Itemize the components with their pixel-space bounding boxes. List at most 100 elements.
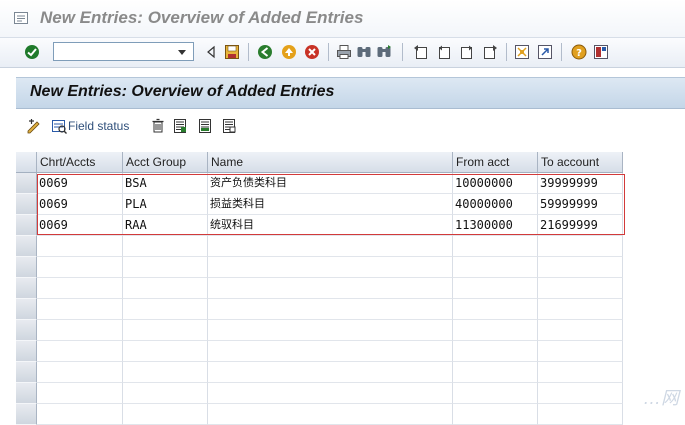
row-selector[interactable] bbox=[16, 320, 37, 341]
empty-cell[interactable] bbox=[37, 236, 123, 257]
layout-icon[interactable] bbox=[593, 44, 609, 60]
empty-cell[interactable] bbox=[538, 383, 623, 404]
row-selector[interactable] bbox=[16, 278, 37, 299]
column-header-account-group[interactable]: Acct Group bbox=[123, 152, 208, 172]
empty-cell[interactable] bbox=[123, 341, 208, 362]
select-block-icon[interactable] bbox=[197, 118, 213, 134]
empty-cell[interactable] bbox=[123, 257, 208, 278]
row-selector[interactable] bbox=[16, 404, 37, 425]
empty-cell[interactable] bbox=[37, 383, 123, 404]
cell-to-account[interactable]: 59999999 bbox=[538, 194, 623, 215]
empty-cell[interactable] bbox=[37, 299, 123, 320]
new-session-icon[interactable] bbox=[514, 44, 530, 60]
column-header-from-account[interactable]: From acct bbox=[453, 152, 538, 172]
cancel-icon[interactable] bbox=[304, 44, 320, 60]
cell-from-account[interactable]: 40000000 bbox=[453, 194, 538, 215]
deselect-all-icon[interactable] bbox=[221, 118, 237, 134]
empty-cell[interactable] bbox=[453, 299, 538, 320]
row-selector[interactable] bbox=[16, 341, 37, 362]
cell-account-group[interactable]: BSA bbox=[123, 173, 208, 194]
find-icon[interactable] bbox=[356, 44, 372, 60]
cell-name[interactable]: 损益类科目 bbox=[208, 194, 453, 215]
next-page-icon[interactable] bbox=[459, 44, 475, 60]
empty-cell[interactable] bbox=[208, 299, 453, 320]
column-header-to-account[interactable]: To account bbox=[538, 152, 623, 172]
field-status-icon[interactable] bbox=[51, 118, 67, 134]
empty-cell[interactable] bbox=[208, 404, 453, 425]
empty-cell[interactable] bbox=[208, 341, 453, 362]
empty-cell[interactable] bbox=[208, 383, 453, 404]
empty-cell[interactable] bbox=[123, 362, 208, 383]
empty-cell[interactable] bbox=[37, 320, 123, 341]
row-selector[interactable] bbox=[16, 383, 37, 404]
cell-name[interactable]: 统驭科目 bbox=[208, 215, 453, 236]
window-menu-icon[interactable] bbox=[14, 12, 28, 24]
command-field-dropdown-icon[interactable] bbox=[178, 50, 186, 55]
back-icon[interactable] bbox=[257, 44, 273, 60]
display-change-icon[interactable] bbox=[26, 118, 42, 134]
empty-cell[interactable] bbox=[123, 236, 208, 257]
delete-icon[interactable] bbox=[150, 118, 166, 134]
field-status-button[interactable]: Field status bbox=[68, 119, 129, 133]
cell-account-group[interactable]: PLA bbox=[123, 194, 208, 215]
empty-cell[interactable] bbox=[453, 320, 538, 341]
empty-cell[interactable] bbox=[208, 257, 453, 278]
print-icon[interactable] bbox=[336, 44, 352, 60]
empty-cell[interactable] bbox=[538, 236, 623, 257]
empty-cell[interactable] bbox=[208, 362, 453, 383]
last-page-icon[interactable] bbox=[482, 44, 498, 60]
empty-cell[interactable] bbox=[208, 236, 453, 257]
empty-cell[interactable] bbox=[453, 383, 538, 404]
shortcut-icon[interactable] bbox=[537, 44, 553, 60]
empty-cell[interactable] bbox=[453, 341, 538, 362]
cell-from-account[interactable]: 11300000 bbox=[453, 215, 538, 236]
cell-account-group[interactable]: RAA bbox=[123, 215, 208, 236]
empty-cell[interactable] bbox=[538, 362, 623, 383]
empty-cell[interactable] bbox=[538, 404, 623, 425]
empty-cell[interactable] bbox=[453, 236, 538, 257]
cell-to-account[interactable]: 21699999 bbox=[538, 215, 623, 236]
empty-cell[interactable] bbox=[453, 278, 538, 299]
empty-cell[interactable] bbox=[538, 299, 623, 320]
empty-cell[interactable] bbox=[37, 278, 123, 299]
empty-cell[interactable] bbox=[208, 278, 453, 299]
empty-cell[interactable] bbox=[453, 404, 538, 425]
cell-chart-of-accounts[interactable]: 0069 bbox=[37, 173, 123, 194]
collapse-command-field-icon[interactable] bbox=[203, 44, 219, 60]
previous-page-icon[interactable] bbox=[436, 44, 452, 60]
empty-cell[interactable] bbox=[37, 341, 123, 362]
cell-to-account[interactable]: 39999999 bbox=[538, 173, 623, 194]
select-all-icon[interactable] bbox=[172, 118, 188, 134]
command-field[interactable] bbox=[53, 42, 194, 61]
empty-cell[interactable] bbox=[123, 299, 208, 320]
row-selector[interactable] bbox=[16, 215, 37, 236]
row-selector[interactable] bbox=[16, 194, 37, 215]
empty-cell[interactable] bbox=[538, 257, 623, 278]
empty-cell[interactable] bbox=[453, 362, 538, 383]
empty-cell[interactable] bbox=[208, 320, 453, 341]
empty-cell[interactable] bbox=[37, 257, 123, 278]
row-selector[interactable] bbox=[16, 257, 37, 278]
cell-chart-of-accounts[interactable]: 0069 bbox=[37, 215, 123, 236]
first-page-icon[interactable] bbox=[413, 44, 429, 60]
empty-cell[interactable] bbox=[123, 278, 208, 299]
save-icon[interactable] bbox=[224, 44, 240, 60]
select-all-rows-button[interactable] bbox=[16, 152, 37, 172]
help-icon[interactable]: ? bbox=[571, 44, 587, 60]
empty-cell[interactable] bbox=[123, 404, 208, 425]
row-selector[interactable] bbox=[16, 236, 37, 257]
empty-cell[interactable] bbox=[453, 257, 538, 278]
cell-chart-of-accounts[interactable]: 0069 bbox=[37, 194, 123, 215]
cell-from-account[interactable]: 10000000 bbox=[453, 173, 538, 194]
row-selector[interactable] bbox=[16, 299, 37, 320]
empty-cell[interactable] bbox=[123, 383, 208, 404]
column-header-name[interactable]: Name bbox=[208, 152, 453, 172]
cell-name[interactable]: 资产负债类科目 bbox=[208, 173, 453, 194]
empty-cell[interactable] bbox=[37, 404, 123, 425]
empty-cell[interactable] bbox=[538, 278, 623, 299]
exit-icon[interactable] bbox=[281, 44, 297, 60]
empty-cell[interactable] bbox=[538, 341, 623, 362]
empty-cell[interactable] bbox=[37, 362, 123, 383]
enter-icon[interactable] bbox=[24, 44, 40, 60]
empty-cell[interactable] bbox=[538, 320, 623, 341]
